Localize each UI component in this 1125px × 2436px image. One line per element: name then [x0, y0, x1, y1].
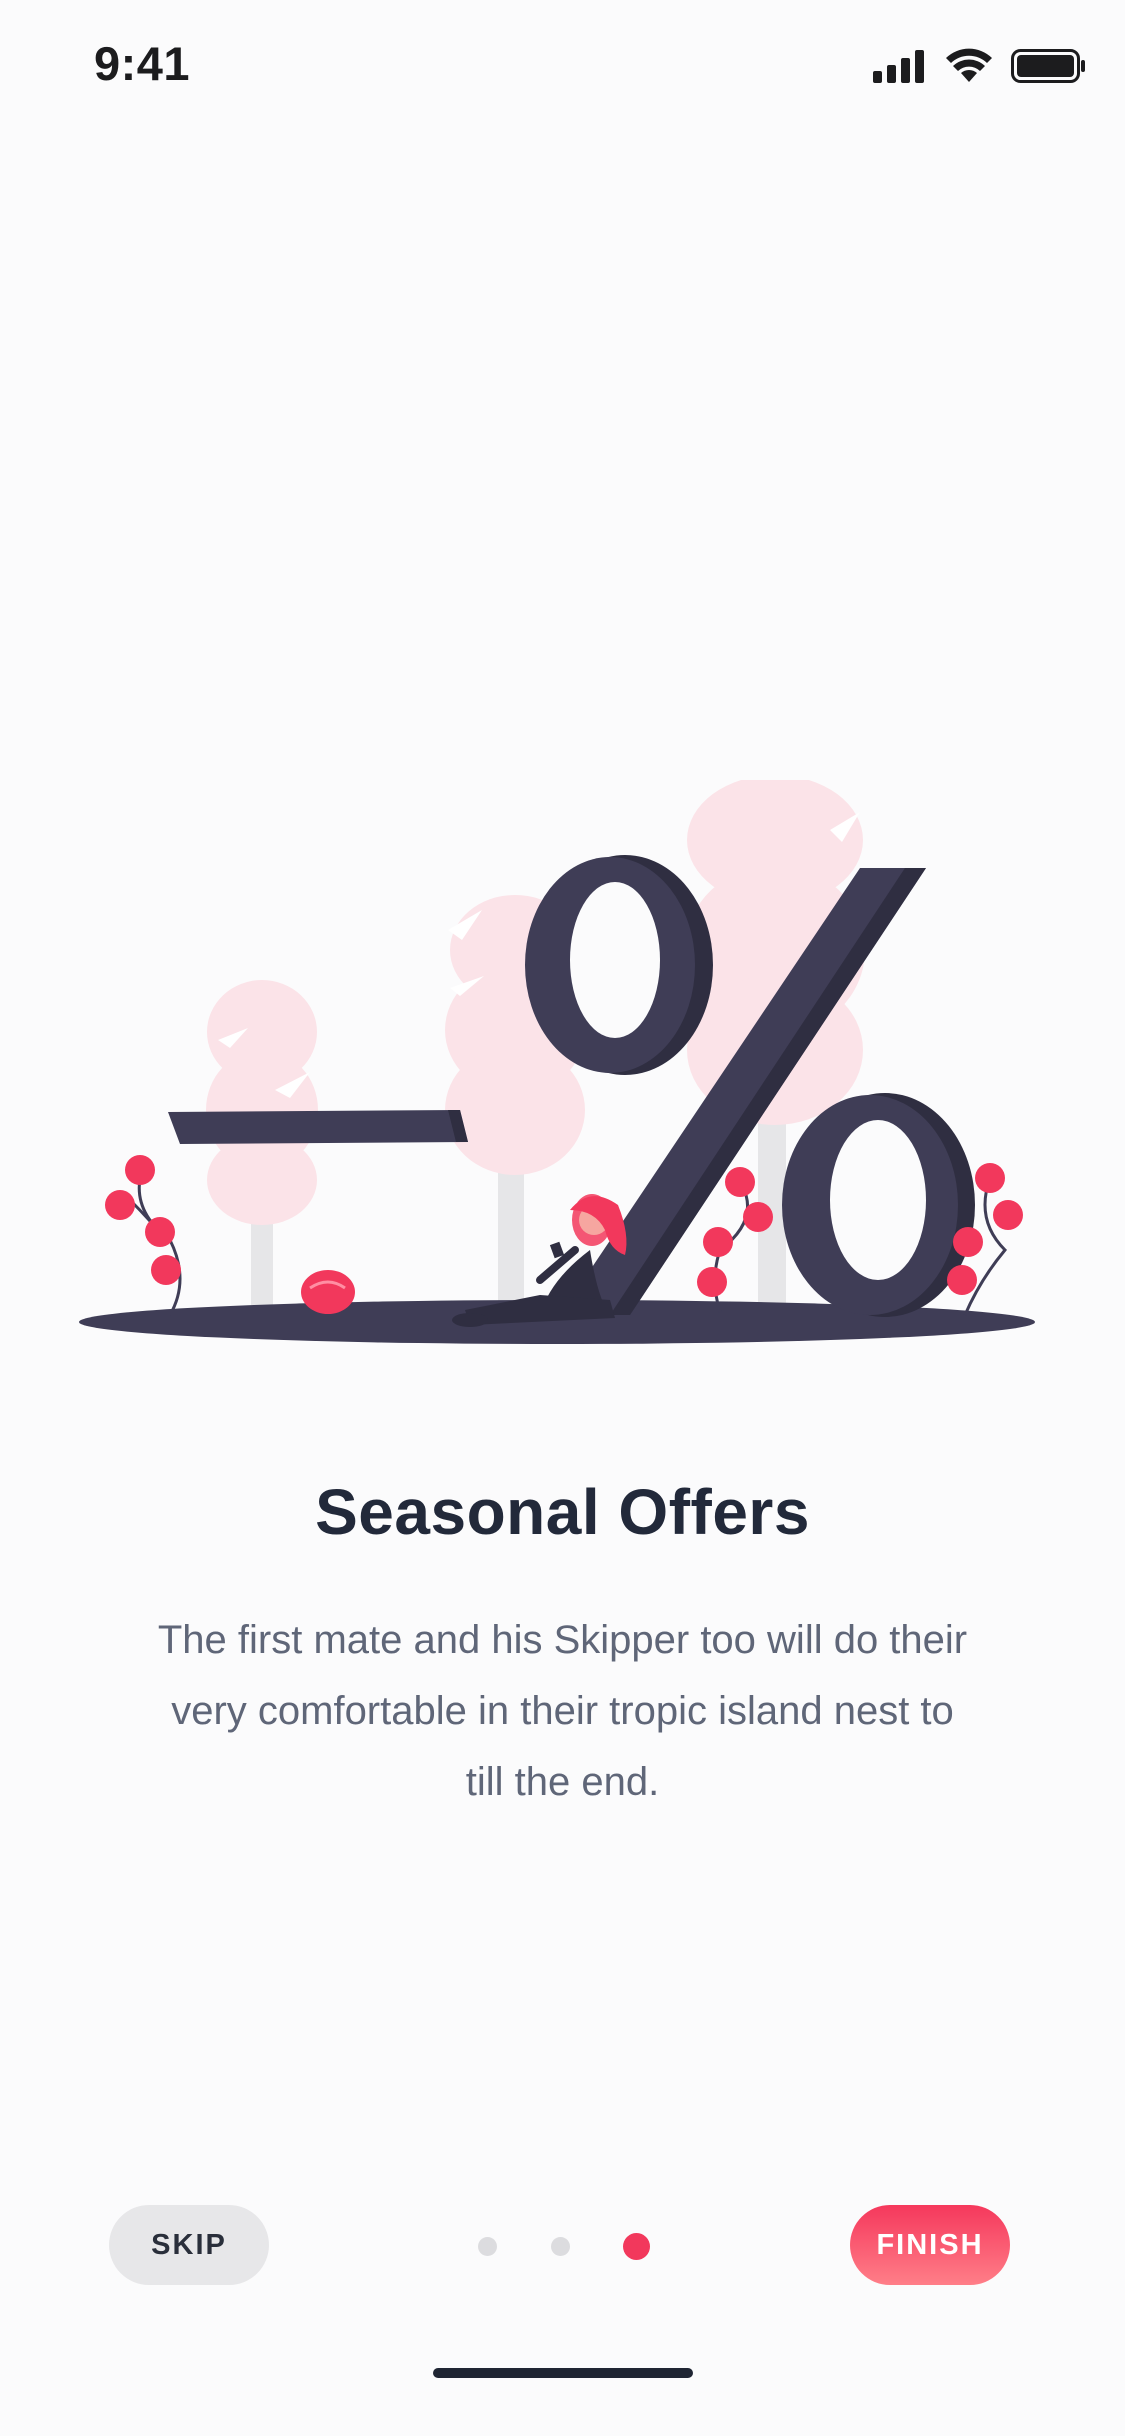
cellular-signal-icon — [873, 49, 927, 88]
onboarding-screen: 9:41 Seasonal Offers The first mate and … — [0, 0, 1125, 2436]
discount-percent-illustration — [70, 775, 1055, 1360]
status-bar: 9:41 — [0, 0, 1125, 132]
page-dot-3-active[interactable] — [623, 2233, 650, 2260]
skip-button[interactable]: SKIP — [109, 2205, 269, 2285]
status-time: 9:41 — [94, 37, 191, 90]
onboarding-description: The first mate and his Skipper too will … — [157, 1618, 968, 1804]
onboarding-title: Seasonal Offers — [315, 1476, 810, 1548]
battery-icon — [1011, 48, 1087, 89]
minus-sign — [168, 1110, 468, 1144]
page-dot-2[interactable] — [551, 2237, 570, 2256]
home-indicator[interactable] — [433, 2368, 693, 2378]
pink-bush — [301, 1270, 355, 1314]
wifi-icon — [945, 48, 993, 89]
status-icons — [873, 46, 1087, 90]
flower-plant-left — [105, 1155, 182, 1316]
finish-button[interactable]: FINISH — [850, 2205, 1010, 2285]
page-dot-1[interactable] — [478, 2237, 497, 2256]
